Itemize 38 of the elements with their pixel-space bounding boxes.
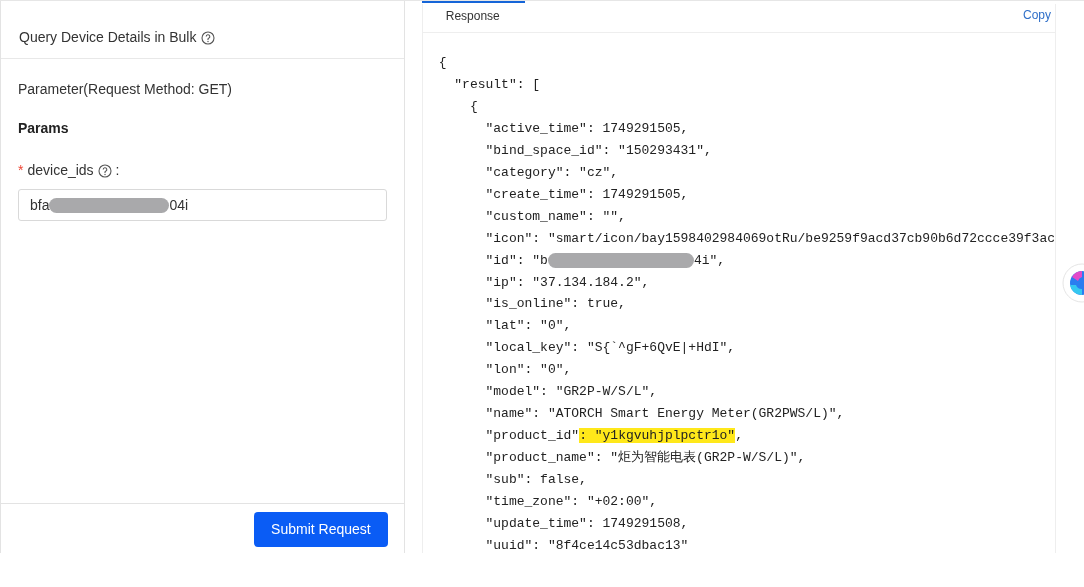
submit-button[interactable]: Submit Request: [254, 512, 388, 547]
help-icon[interactable]: [201, 30, 216, 45]
code-line: "local_key": "S{`^gF+6QvE|+HdI",: [485, 340, 736, 356]
highlighted-text: : "y1kgvuhjplpctr1o": [579, 428, 736, 444]
required-mark: *: [18, 161, 24, 180]
code-line: {: [438, 55, 447, 70]
code-line: "icon": "smart/icon/bay1598402984069otRu/be9259f9acd37cb90b6d72ccce39f3ac: [485, 230, 1055, 246]
code-line: "custom_name": "",: [485, 208, 626, 224]
code-line: "sub": false,: [485, 472, 587, 488]
code-line: "model": "GR2P-W/S/L",: [485, 384, 658, 400]
code-line: {: [469, 98, 478, 114]
code-line: "category": "cz",: [485, 164, 619, 180]
field-label: device_ids: [27, 161, 94, 180]
response-tab[interactable]: Response: [421, 1, 525, 32]
assistant-icon[interactable]: [1060, 263, 1084, 303]
copy-link[interactable]: Copy: [1023, 1, 1051, 24]
code-line: "product_id": "y1kgvuhjplpctr1o",: [485, 428, 743, 444]
input-field[interactable]: bfa 04i: [18, 189, 387, 221]
code-line: "lat": "0",: [485, 318, 572, 334]
panel-title: Query Device Details in Bulk: [19, 28, 197, 47]
code-line: "id": "b 4i",: [485, 252, 726, 268]
help-icon[interactable]: [97, 163, 112, 178]
code-line: "update_time": 1749291508,: [485, 516, 689, 531]
field-value: bfa 04i: [30, 195, 189, 216]
section-title: Parameter(Request Method: GET): [18, 80, 233, 99]
code-line: "active_time": 1749291505,: [485, 120, 689, 136]
code-line: "result": [: [454, 76, 541, 92]
params-heading: Params: [18, 119, 70, 138]
code-line: "bind_space_id": "150293431",: [485, 142, 712, 158]
code-line: "is_online": true,: [485, 296, 626, 312]
code-line: "product_name": "炬为智能电表(GR2P-W/S/L)",: [485, 450, 806, 466]
code-line: "time_zone": "+02:00",: [485, 494, 658, 510]
code-line: "uuid": "8f4ce14c53dbac13": [485, 537, 689, 553]
code-line: "create_time": 1749291505,: [485, 186, 689, 202]
code-line: "name": "ATORCH Smart Energy Meter(GR2PWS/L)",: [485, 406, 845, 422]
code-line: "ip": "37.134.184.2",: [485, 274, 650, 290]
label-colon: :: [115, 161, 120, 180]
code-line: "lon": "0",: [485, 362, 572, 378]
